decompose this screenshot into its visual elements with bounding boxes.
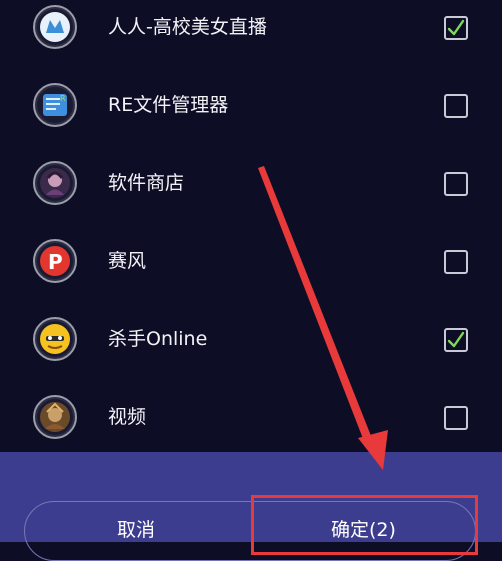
app-name: 软件商店 [108,172,185,194]
app-name: 视频 [108,406,147,428]
app-name: RE文件管理器 [108,94,229,116]
app-store-icon [33,161,77,205]
re-file-manager-icon: R [33,83,77,127]
video-app-icon [33,395,77,439]
app-checkbox[interactable] [444,406,468,430]
list-item[interactable]: R RE文件管理器 [0,66,502,144]
app-checkbox[interactable] [444,328,468,352]
list-item[interactable]: 杀手Online [0,300,502,378]
svg-text:P: P [48,250,63,274]
cancel-button[interactable]: 取消 [24,501,250,561]
list-item[interactable]: P 赛风 [0,222,502,300]
list-item[interactable]: 视频 [0,378,502,456]
app-name: 人人-高校美女直播 [108,16,267,38]
list-item[interactable]: 人人-高校美女直播 [0,0,502,66]
list-item[interactable]: 软件商店 [0,144,502,222]
app-checkbox[interactable] [444,94,468,118]
app-checkbox[interactable] [444,250,468,274]
app-checkbox[interactable] [444,172,468,196]
killer-online-icon [33,317,77,361]
annotation-highlight-box [251,495,478,555]
psiphon-icon: P [33,239,77,283]
app-name: 赛风 [108,250,147,272]
app-list: 人人-高校美女直播 R RE文件管理器 软件商店 P 赛风 杀手Online 视… [0,0,502,452]
svg-text:R: R [60,94,66,103]
cancel-label: 取消 [117,519,156,541]
app-checkbox[interactable] [444,16,468,40]
app-name: 杀手Online [108,328,208,350]
renren-app-icon [33,5,77,49]
